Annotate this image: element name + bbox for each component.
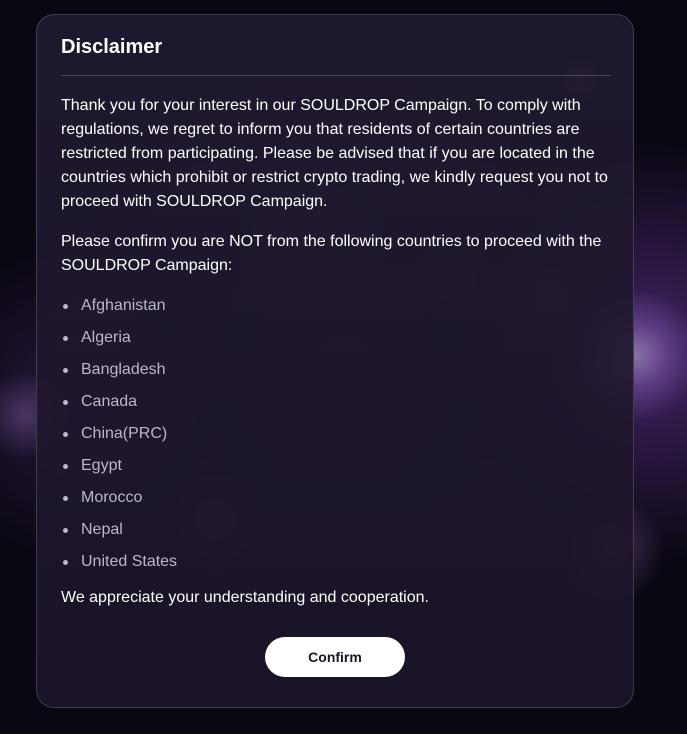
bullet-icon: [63, 496, 68, 501]
list-item: Canada: [61, 386, 609, 418]
list-item: Bangladesh: [61, 354, 609, 386]
list-item: Nepal: [61, 514, 609, 546]
list-item: Egypt: [61, 450, 609, 482]
bullet-icon: [63, 464, 68, 469]
title-divider: [61, 75, 611, 76]
country-name: Nepal: [81, 521, 123, 538]
bullet-icon: [63, 528, 68, 533]
country-name: Afghanistan: [81, 297, 166, 314]
list-item: Morocco: [61, 482, 609, 514]
bullet-icon: [63, 304, 68, 309]
bullet-icon: [63, 560, 68, 565]
restricted-countries-list: Afghanistan Algeria Bangladesh Canada Ch…: [61, 290, 609, 578]
confirm-prompt-paragraph: Please confirm you are NOT from the foll…: [61, 233, 602, 274]
country-name: Morocco: [81, 489, 143, 506]
list-item: Algeria: [61, 322, 609, 354]
bullet-icon: [63, 368, 68, 373]
button-row: Confirm: [37, 637, 633, 677]
bullet-icon: [63, 400, 68, 405]
country-name: United States: [81, 553, 178, 570]
country-name: China(PRC): [81, 425, 168, 442]
disclaimer-modal: Disclaimer Thank you for your interest i…: [36, 14, 634, 708]
list-item: China(PRC): [61, 418, 609, 450]
closing-paragraph: We appreciate your understanding and coo…: [61, 589, 429, 606]
list-item: United States: [61, 546, 609, 578]
country-name: Algeria: [81, 329, 131, 346]
bullet-icon: [63, 336, 68, 341]
list-item: Afghanistan: [61, 290, 609, 322]
modal-title: Disclaimer: [61, 36, 163, 58]
confirm-button[interactable]: Confirm: [265, 637, 405, 677]
bullet-icon: [63, 432, 68, 437]
country-name: Canada: [81, 393, 138, 410]
country-name: Bangladesh: [81, 361, 166, 378]
country-name: Egypt: [81, 457, 122, 474]
intro-paragraph: Thank you for your interest in our SOULD…: [61, 97, 608, 210]
